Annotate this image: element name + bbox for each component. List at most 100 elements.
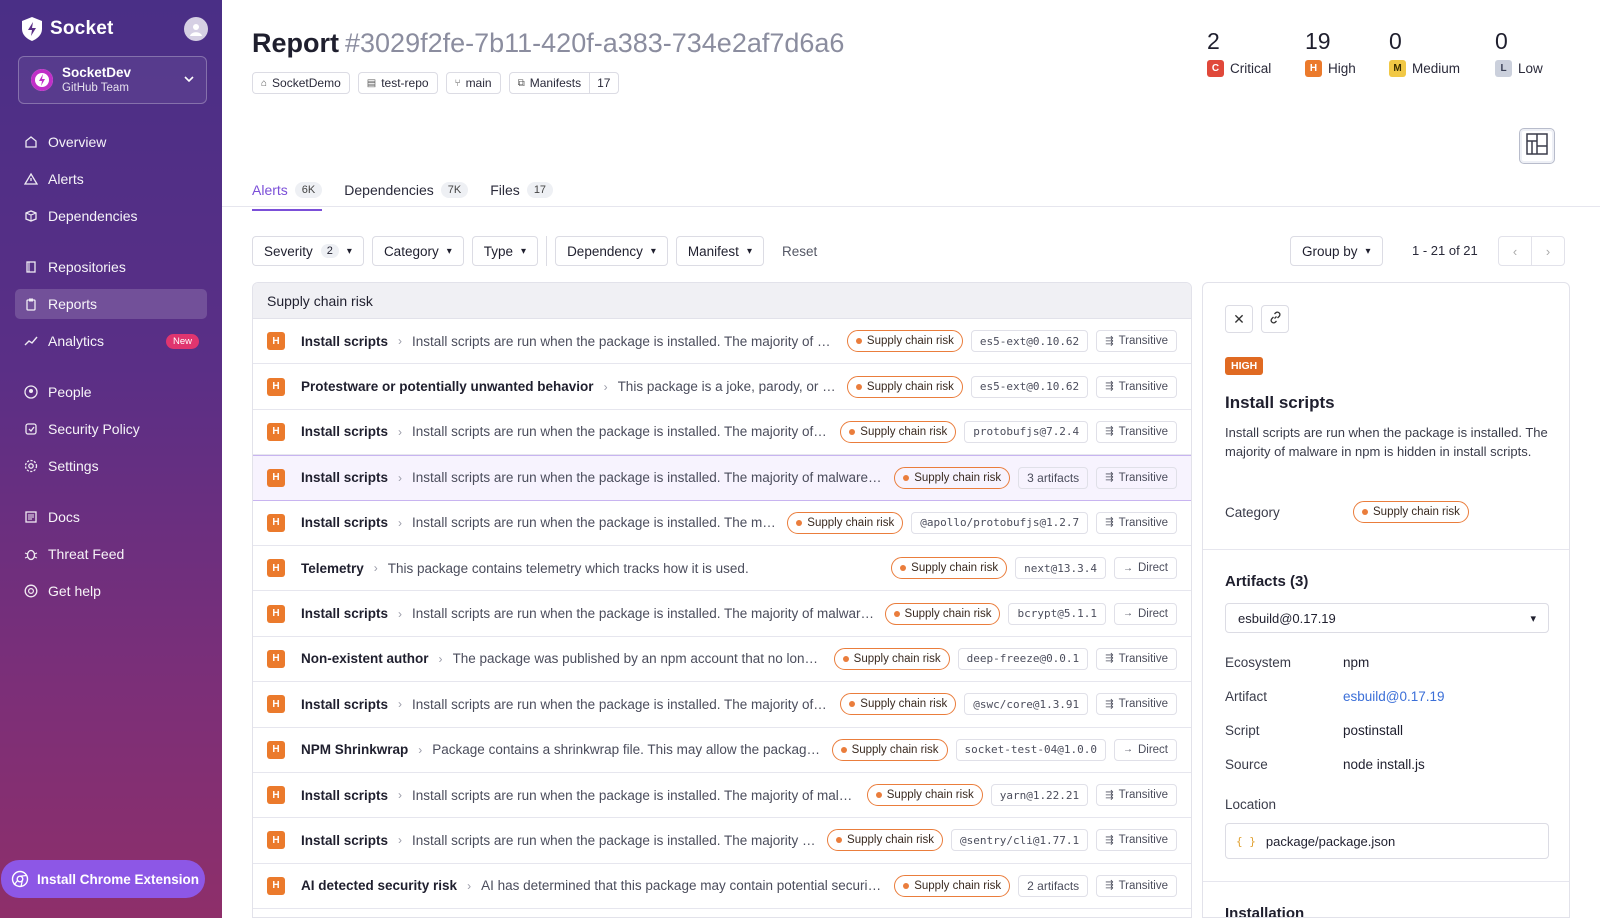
org-chip[interactable]: ⌂ SocketDemo (252, 72, 350, 94)
category-filter[interactable]: Category ▾ (371, 236, 464, 266)
reset-filters-button[interactable]: Reset (782, 244, 817, 259)
severity-critical[interactable]: 2 C Critical (1207, 28, 1305, 77)
user-avatar-icon[interactable] (184, 17, 208, 41)
group-by-button[interactable]: Group by ▾ (1290, 236, 1383, 266)
sidebar-item-dependencies[interactable]: Dependencies (15, 201, 207, 231)
dependency-filter[interactable]: Dependency ▾ (555, 236, 668, 266)
sidebar-item-threat-feed[interactable]: Threat Feed (15, 539, 207, 569)
sidebar-item-alerts[interactable]: Alerts (15, 164, 207, 194)
package-chip[interactable]: 3 artifacts (1018, 466, 1089, 489)
package-chip[interactable]: es5-ext@0.10.62 (970, 375, 1089, 398)
risk-category-pill[interactable]: Supply chain risk (846, 375, 963, 398)
type-filter[interactable]: Type ▾ (471, 236, 539, 266)
table-row[interactable]: H Telemetry › This package contains telemet… (253, 545, 1191, 592)
risk-category-pill[interactable]: Supply chain risk (831, 738, 948, 761)
report-tabs: Alerts 6K Dependencies 7K Files 17 (252, 175, 575, 211)
table-row[interactable]: H Install scripts › Install scripts are run… (253, 455, 1191, 501)
location-value: package/package.json (1265, 833, 1396, 849)
alert-name: Install scripts (301, 515, 389, 531)
package-chip[interactable]: next@13.3.4 (1015, 557, 1106, 580)
severity-medium[interactable]: 0 M Medium (1389, 28, 1495, 77)
org-switcher[interactable]: SocketDev GitHub Team (18, 56, 207, 104)
risk-category-pill[interactable]: Supply chain risk (884, 602, 1001, 625)
manifest-filter[interactable]: Manifest ▾ (675, 236, 764, 266)
tab-alerts[interactable]: Alerts 6K (252, 175, 323, 211)
package-chip[interactable]: @swc/core@1.3.91 (964, 693, 1089, 716)
high-label: High (1328, 61, 1356, 76)
dependency-type-label: Transitive (1118, 380, 1168, 393)
package-chip[interactable]: @sentry/cli@1.77.1 (950, 829, 1089, 852)
risk-dot (840, 746, 847, 753)
risk-category-label: Supply chain risk (807, 516, 895, 529)
risk-category-label: Supply chain risk (860, 698, 948, 711)
detail-category-pill[interactable]: Supply chain risk (1353, 501, 1469, 523)
package-chip[interactable]: deep-freeze@0.0.1 (957, 647, 1089, 670)
layout-toggle-button[interactable] (1519, 128, 1555, 164)
tab-files[interactable]: Files 17 (490, 175, 554, 205)
risk-category-pill[interactable]: Supply chain risk (787, 511, 904, 534)
chevron-right-icon: › (398, 334, 403, 349)
tab-dependencies[interactable]: Dependencies 7K (344, 175, 469, 205)
risk-category-pill[interactable]: Supply chain risk (894, 466, 1011, 489)
sidebar-item-security-policy[interactable]: Security Policy (15, 414, 207, 444)
table-row[interactable]: H Install scripts › Install scripts are run… (253, 772, 1191, 819)
table-row[interactable]: H AI detected security risk › AI has determ… (253, 863, 1191, 910)
tree-icon: ⇶ (1105, 381, 1114, 393)
table-row[interactable]: H Install scripts › Install scripts are run… (253, 591, 1191, 637)
artifact-select[interactable]: esbuild@0.17.19 ▾ (1225, 603, 1549, 633)
dependency-type-label: Direct (1137, 607, 1168, 620)
table-row[interactable]: H Install scripts › Install scripts are run… (253, 409, 1191, 456)
sidebar-item-docs[interactable]: Docs (15, 502, 207, 532)
help-icon (23, 583, 39, 599)
table-row[interactable]: H Protestware or potentially unwanted beh… (253, 364, 1191, 410)
artifact-select-value: esbuild@0.17.19 (1238, 610, 1336, 626)
risk-category-pill[interactable]: Supply chain risk (891, 557, 1008, 580)
risk-category-pill[interactable]: Supply chain risk (840, 693, 957, 716)
risk-category-pill[interactable]: Supply chain risk (833, 647, 950, 670)
sidebar-item-repositories[interactable]: Repositories (15, 252, 207, 282)
table-row[interactable]: H Install scripts › Install scripts are run… (253, 682, 1191, 728)
group-header[interactable]: Supply chain risk (253, 283, 1191, 319)
package-chip[interactable]: es5-ext@0.10.62 (970, 330, 1089, 353)
risk-category-pill[interactable]: Supply chain risk (840, 420, 957, 443)
close-detail-button[interactable]: ✕ (1225, 305, 1253, 333)
table-row[interactable]: H Install scripts › Install scripts are run… (253, 500, 1191, 546)
tab-count: 17 (526, 182, 554, 198)
branch-chip[interactable]: ⑂ main (445, 72, 501, 94)
clipboard-icon (23, 296, 39, 312)
table-row[interactable]: H NPM Shrinkwrap › Package contains a shrin… (253, 727, 1191, 773)
previous-page-button[interactable]: ‹ (1498, 236, 1532, 266)
severity-filter[interactable]: Severity 2 ▾ (252, 236, 364, 266)
package-chip[interactable]: protobufjs@7.2.4 (964, 420, 1089, 443)
artifact-link[interactable]: esbuild@0.17.19 (1343, 689, 1445, 704)
table-row[interactable]: H Non-existent author › The package was pub… (253, 636, 1191, 683)
package-chip[interactable]: yarn@1.22.21 (990, 784, 1089, 807)
severity-low[interactable]: 0 L Low (1495, 28, 1555, 77)
package-chip[interactable]: 2 artifacts (1018, 874, 1089, 897)
location-field[interactable]: { } package/package.json (1225, 823, 1549, 859)
sidebar-item-reports[interactable]: Reports (15, 289, 207, 319)
sidebar-item-people[interactable]: People (15, 377, 207, 407)
sidebar-item-overview[interactable]: Overview (15, 127, 207, 157)
table-row[interactable]: H Install scripts › Install scripts are run… (253, 818, 1191, 864)
alert-name: NPM Shrinkwrap (301, 742, 409, 758)
next-page-button[interactable]: › (1531, 236, 1565, 266)
risk-category-pill[interactable]: Supply chain risk (846, 330, 963, 353)
install-chrome-extension-button[interactable]: Install Chrome Extension (1, 860, 205, 898)
severity-high[interactable]: 19 H High (1305, 28, 1389, 77)
sidebar-item-get-help[interactable]: Get help (15, 576, 207, 606)
ecosystem-label: Ecosystem (1225, 655, 1292, 670)
copy-link-button[interactable] (1261, 305, 1289, 333)
repo-chip[interactable]: ▤ test-repo (357, 72, 438, 94)
table-row[interactable]: H Install scripts › Install scripts are run… (253, 319, 1191, 365)
sidebar-item-analytics[interactable]: Analytics New (15, 326, 207, 356)
risk-category-pill[interactable]: Supply chain risk (827, 829, 943, 852)
risk-category-pill[interactable]: Supply chain risk (894, 874, 1011, 897)
package-chip[interactable]: @apollo/protobufjs@1.2.7 (911, 511, 1089, 534)
manifests-chip[interactable]: ⧉ Manifests 17 (508, 72, 620, 94)
risk-category-label: Supply chain risk (866, 380, 954, 393)
risk-category-pill[interactable]: Supply chain risk (866, 784, 983, 807)
package-chip[interactable]: socket-test-04@1.0.0 (955, 738, 1106, 761)
package-chip[interactable]: bcrypt@5.1.1 (1008, 602, 1106, 625)
sidebar-item-settings[interactable]: Settings (15, 451, 207, 481)
